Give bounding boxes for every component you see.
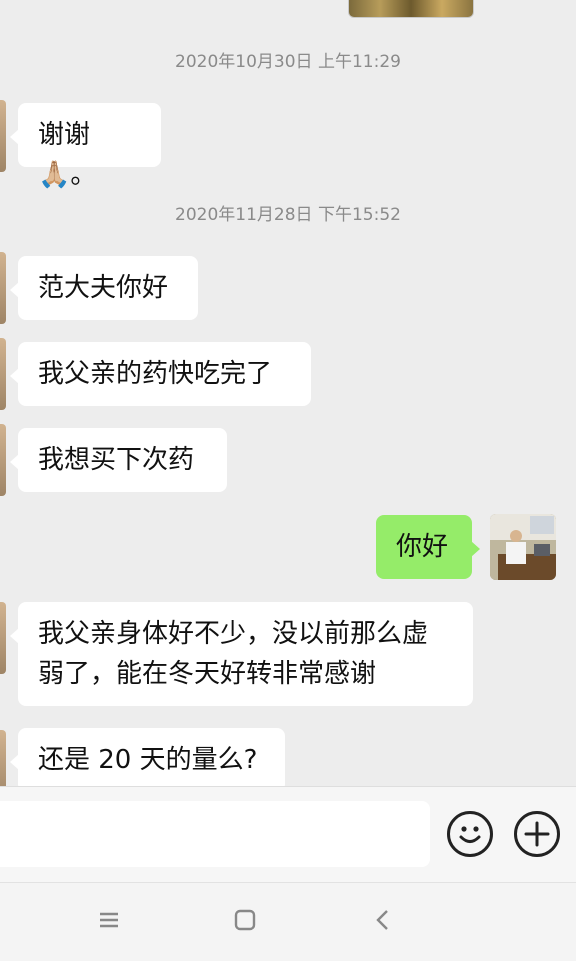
plus-button[interactable] — [514, 811, 560, 857]
contact-avatar[interactable] — [0, 100, 6, 172]
menu-icon — [100, 912, 118, 928]
message-input[interactable] — [0, 801, 430, 867]
contact-avatar[interactable] — [0, 602, 6, 674]
message-line: 弱了，能在冬天好转非常感谢 — [38, 659, 377, 689]
message-bubble[interactable]: 我想买下次药 — [10, 428, 227, 492]
back-chevron-icon — [376, 910, 388, 930]
contact-avatar[interactable] — [0, 730, 6, 786]
message-bubble-sent[interactable]: 你好 — [376, 515, 480, 579]
message-bubble[interactable]: 还是 20 天的量么? — [10, 728, 285, 786]
emoji-button[interactable] — [447, 811, 493, 857]
message-bubble[interactable]: 谢谢🙏🏼。 — [10, 103, 161, 190]
message-bubble[interactable]: 范大夫你好 — [10, 256, 198, 320]
contact-avatar[interactable] — [0, 252, 6, 324]
back-button[interactable] — [368, 905, 398, 935]
home-button[interactable] — [230, 905, 260, 935]
own-avatar[interactable] — [490, 514, 556, 580]
contact-avatar[interactable] — [0, 338, 6, 410]
contact-avatar[interactable] — [0, 424, 6, 496]
chat-area[interactable]: 2020年10月30日 上午11:29 谢谢🙏🏼。 2020年11月28日 下午… — [0, 0, 576, 786]
doctor-photo-icon — [490, 514, 556, 580]
message-bubble[interactable]: 我父亲的药快吃完了 — [10, 342, 311, 406]
timestamp: 2020年10月30日 上午11:29 — [175, 52, 401, 72]
message-line: 我父亲身体好不少，没以前那么虚 — [38, 619, 429, 649]
emoji-smile-icon — [459, 826, 481, 843]
timestamp: 2020年11月28日 下午15:52 — [175, 205, 401, 225]
input-bar — [0, 786, 576, 883]
message-bubble[interactable]: 我父亲身体好不少，没以前那么虚 弱了，能在冬天好转非常感谢 — [10, 602, 473, 706]
menu-button[interactable] — [94, 905, 124, 935]
image-message-thumbnail[interactable] — [348, 0, 474, 18]
plus-circle-icon — [524, 821, 550, 847]
home-square-icon — [234, 909, 256, 931]
system-nav-bar — [0, 882, 576, 961]
